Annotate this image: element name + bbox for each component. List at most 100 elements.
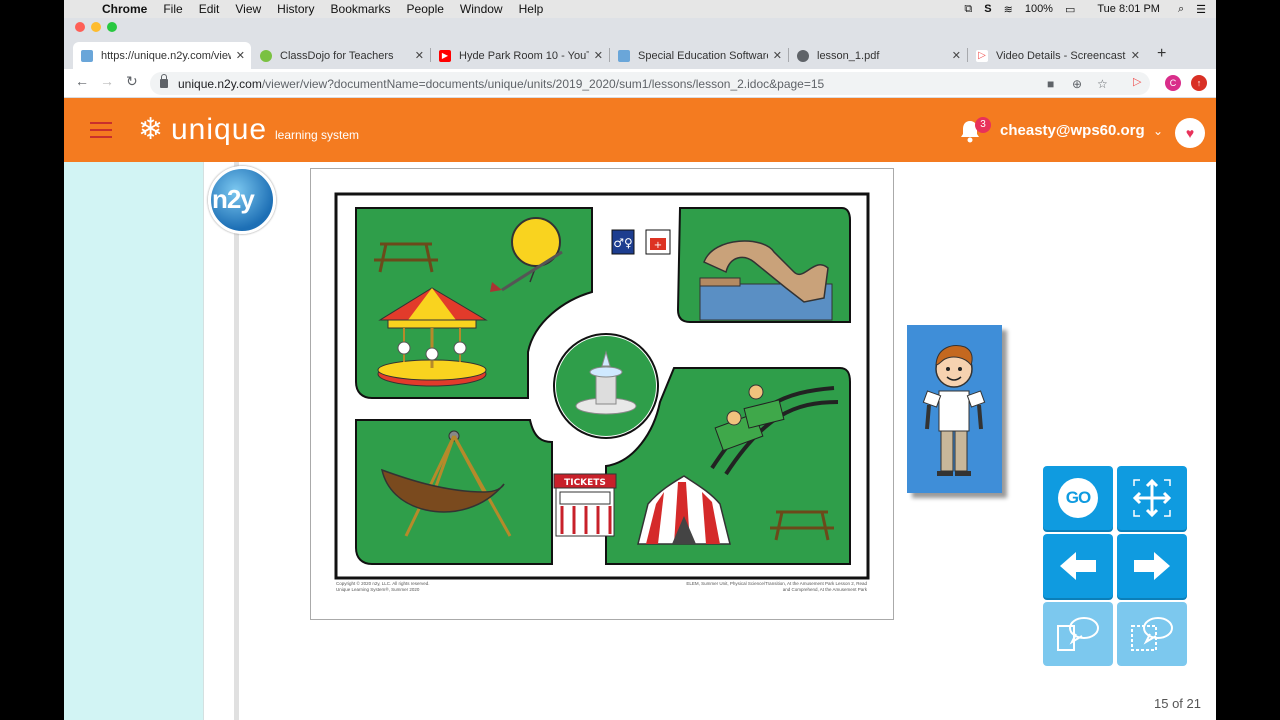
spotlight-search-icon[interactable]: ⌕	[1178, 3, 1184, 16]
go-button[interactable]: GO	[1043, 466, 1113, 530]
tab-classdojo[interactable]: ClassDojo for Teachers ✕	[252, 42, 430, 69]
bookmark-star-icon[interactable]: ☆	[1097, 77, 1108, 91]
tab-youtube[interactable]: ▶ Hyde Park Room 10 - YouTub ✕	[431, 42, 609, 69]
fountain-bowl	[589, 366, 623, 378]
url-host: unique.n2y.com	[178, 76, 262, 91]
s-app-icon[interactable]: S	[984, 3, 991, 15]
n2y-logo-text: n2y	[212, 184, 255, 214]
menu-people[interactable]: People	[399, 2, 452, 16]
user-email[interactable]: cheasty@wps60.org	[1000, 122, 1145, 139]
battery-percent: 100%	[1024, 3, 1053, 15]
tab-special-education[interactable]: Special Education Software, ✕	[610, 42, 788, 69]
move-arrows-icon	[1132, 478, 1172, 518]
left-sidebar	[64, 162, 204, 720]
globe-icon	[797, 49, 809, 62]
menu-history[interactable]: History	[269, 2, 322, 16]
close-tab-icon[interactable]: ✕	[1131, 49, 1140, 62]
browser-toolbar: ← → ↻ unique.n2y.com/viewer/view?documen…	[64, 69, 1216, 98]
svg-text:+: +	[654, 240, 662, 251]
select-callout-button[interactable]	[1117, 602, 1187, 666]
next-page-button[interactable]	[1117, 534, 1187, 598]
wifi-icon[interactable]: ≋	[1004, 3, 1013, 16]
camera-icon[interactable]: ■	[1047, 77, 1054, 91]
favorites-heart-button[interactable]: ♥	[1175, 118, 1205, 148]
menu-bookmarks[interactable]: Bookmarks	[323, 2, 399, 16]
profile-avatar[interactable]: C	[1165, 75, 1181, 91]
menu-help[interactable]: Help	[511, 2, 552, 16]
app-header: ❄ unique learning system 3 cheasty@wps60…	[64, 98, 1216, 162]
back-button[interactable]: ←	[75, 73, 89, 89]
update-icon[interactable]: ↑	[1191, 75, 1207, 91]
zoom-window-button[interactable]	[107, 22, 117, 32]
minimize-window-button[interactable]	[91, 22, 101, 32]
menu-file[interactable]: File	[155, 2, 190, 16]
arrow-right-icon	[1134, 552, 1170, 580]
screencastify-extension-icon[interactable]: ▷	[1133, 75, 1141, 88]
lesson-reference: ELEM, Summer Unit, Physical Science/Tran…	[686, 581, 867, 592]
tab-title: ClassDojo for Teachers	[280, 49, 394, 62]
tab-title: Hyde Park Room 10 - YouTub	[459, 49, 589, 62]
student-character-card[interactable]	[907, 325, 1002, 493]
mac-menu-bar: Chrome File Edit View History Bookmarks …	[64, 0, 1216, 18]
tab-unique-viewer[interactable]: https://unique.n2y.com/view ✕	[73, 42, 251, 69]
notification-center-icon[interactable]: ☰	[1196, 3, 1206, 16]
ticket-booth-icon: TICKETS	[553, 473, 617, 537]
tab-title: lesson_1.pdf	[817, 49, 880, 62]
zoom-icon[interactable]: ⊕	[1072, 77, 1082, 91]
lock-icon[interactable]	[160, 74, 168, 88]
tab-title: https://unique.n2y.com/view	[101, 49, 231, 62]
screen-record-icon[interactable]: ⧉	[964, 3, 972, 16]
amusement-park-map[interactable]: ♂♀ + TICKETS	[334, 192, 870, 580]
tab-title: Special Education Software,	[638, 49, 768, 62]
menu-window[interactable]: Window	[452, 2, 511, 16]
screencastify-favicon: ▷	[976, 49, 988, 62]
fullscreen-button[interactable]	[1117, 466, 1187, 530]
tab-lesson-pdf[interactable]: lesson_1.pdf ✕	[789, 42, 967, 69]
n2y-favicon	[81, 49, 93, 62]
close-tab-icon[interactable]: ✕	[236, 49, 245, 62]
close-tab-icon[interactable]: ✕	[415, 49, 424, 62]
hamburger-menu-icon[interactable]	[90, 122, 112, 138]
youtube-favicon: ▶	[439, 49, 451, 62]
n2y-favicon	[618, 49, 630, 62]
tickets-sign: TICKETS	[564, 478, 606, 488]
tab-strip: https://unique.n2y.com/view ✕ ClassDojo …	[64, 18, 1216, 69]
arrow-left-icon	[1060, 552, 1096, 580]
rider-face	[748, 384, 764, 400]
notification-count-badge: 3	[975, 117, 991, 133]
url-path: /viewer/view?documentName=documents/uniq…	[261, 76, 825, 91]
copyright-notice: Copyright © 2020 n2y, LLC. All rights re…	[336, 581, 430, 592]
close-window-button[interactable]	[75, 22, 85, 32]
previous-page-button[interactable]	[1043, 534, 1113, 598]
forward-button[interactable]: →	[100, 73, 114, 89]
speech-bubble-select-icon	[1131, 617, 1173, 651]
close-tab-icon[interactable]: ✕	[952, 49, 961, 62]
chevron-down-icon[interactable]: ⌄	[1153, 124, 1163, 138]
tab-title: Video Details - Screencastify	[996, 49, 1126, 62]
student-character-icon	[922, 345, 986, 476]
page-counter: 15 of 21	[1154, 696, 1201, 711]
tab-screencastify[interactable]: ▷ Video Details - Screencastify ✕	[968, 42, 1146, 69]
rider-face	[726, 410, 742, 426]
logo-text: unique	[171, 113, 268, 146]
reload-button[interactable]: ↻	[126, 73, 138, 90]
speech-bubble-note-icon	[1057, 617, 1099, 651]
close-tab-icon[interactable]: ✕	[594, 49, 603, 62]
go-label: GO	[1058, 478, 1098, 518]
address-bar[interactable]: unique.n2y.com/viewer/view?documentName=…	[150, 72, 1150, 95]
snowflake-logo-icon: ❄	[138, 113, 164, 146]
menu-edit[interactable]: Edit	[191, 2, 228, 16]
callout-button[interactable]	[1043, 602, 1113, 666]
classdojo-favicon	[260, 49, 272, 62]
logo-subtitle: learning system	[275, 128, 360, 142]
status-area: ⧉ S ≋ 100% ▭ Tue 8:01 PM ⌕ ☰	[964, 0, 1206, 18]
close-tab-icon[interactable]: ✕	[773, 49, 782, 62]
screen: Chrome File Edit View History Bookmarks …	[64, 0, 1216, 720]
sidebar-divider	[234, 162, 239, 720]
restroom-symbol: ♂♀	[613, 236, 633, 250]
menu-view[interactable]: View	[227, 2, 269, 16]
new-tab-button[interactable]: +	[1157, 45, 1166, 63]
menu-app-name[interactable]: Chrome	[94, 2, 155, 16]
clock[interactable]: Tue 8:01 PM	[1097, 3, 1160, 15]
battery-icon[interactable]: ▭	[1065, 3, 1075, 16]
